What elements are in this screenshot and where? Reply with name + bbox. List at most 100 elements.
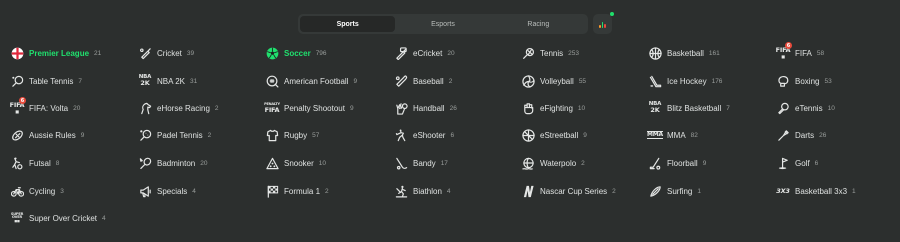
sport-item-badminton[interactable]: Badminton 20: [138, 156, 207, 170]
event-count: 4: [192, 187, 196, 195]
event-count: 8: [55, 159, 60, 167]
sport-item-padel-tennis[interactable]: Padel Tennis 2: [138, 128, 211, 142]
event-count: 796: [315, 49, 327, 57]
sport-item-tennis[interactable]: Tennis 253: [521, 46, 579, 60]
super-over-logo-icon: SUPER OVER ■■: [10, 211, 24, 223]
sport-item-estreetball[interactable]: eStreetball 9: [521, 128, 587, 142]
sport-item-volleyball[interactable]: Volleyball 55: [521, 74, 586, 88]
sport-label: Nascar Cup Series: [540, 186, 608, 196]
padel-racket-icon: [138, 128, 152, 142]
event-count: 55: [578, 77, 587, 85]
sport-label: Handball: [413, 103, 445, 113]
sport-item-aussie-rules[interactable]: Aussie Rules 9: [10, 128, 84, 142]
sport-label: Futsal: [29, 158, 51, 168]
bicycle-icon: [10, 184, 24, 198]
sport-item-mma[interactable]: MMA MMA 82: [647, 128, 698, 142]
sport-item-american-football[interactable]: American Football 9: [265, 74, 357, 88]
sport-item-cricket[interactable]: Cricket 39: [138, 46, 194, 60]
event-count: 6: [450, 131, 455, 139]
sport-item-super-over-cricket[interactable]: SUPER OVER ■■ Super Over Cricket 4: [10, 211, 106, 225]
cricket-bat-icon: [138, 46, 152, 60]
event-count: 9: [80, 131, 85, 139]
sport-item-table-tennis[interactable]: Table Tennis 7: [10, 74, 82, 88]
sport-label: Soccer: [284, 48, 311, 58]
basketball-icon: [648, 46, 662, 60]
sport-item-specials[interactable]: Specials 4: [138, 184, 196, 198]
sport-item-cycling[interactable]: Cycling 3: [10, 184, 64, 198]
event-count: 82: [690, 131, 698, 139]
aussie-rules-ball-icon: [10, 128, 24, 142]
sport-item-rugby[interactable]: Rugby 57: [265, 128, 319, 142]
sport-item-soccer[interactable]: Soccer 796: [265, 46, 327, 60]
event-count: 1: [697, 187, 701, 195]
nascar-logo-icon: [521, 184, 535, 198]
sport-item-darts[interactable]: Darts 26: [776, 128, 826, 142]
sport-item-basketball[interactable]: Basketball 161: [648, 46, 720, 60]
ecricket-icon: [394, 46, 408, 60]
sport-item-ecricket[interactable]: eCricket 20: [394, 46, 455, 60]
sport-label: Badminton: [157, 158, 196, 168]
floorball-stick-icon: [648, 156, 662, 170]
sport-item-baseball[interactable]: Baseball 2: [394, 74, 452, 88]
horse-icon: [138, 101, 152, 115]
event-count: 2: [214, 104, 219, 112]
sport-label: eHorse Racing: [157, 103, 210, 113]
event-count: 20: [200, 159, 208, 167]
dart-icon: [776, 128, 790, 142]
sport-item-ice-hockey[interactable]: Ice Hockey 176: [648, 74, 722, 88]
sport-item-golf[interactable]: Golf 6: [776, 156, 818, 170]
sport-item-surfing[interactable]: Surfing 1: [648, 184, 701, 198]
american-football-icon: [265, 74, 279, 88]
event-count: 4: [446, 187, 451, 195]
sport-item-basketball-3x3[interactable]: 3X3 Basketball 3x3 1: [776, 184, 856, 198]
mma-logo-icon: MMA: [647, 131, 663, 139]
sport-item-bandy[interactable]: Bandy 17: [394, 156, 448, 170]
sport-item-fifa[interactable]: FIFA ■ 6 FIFA 58: [776, 42, 825, 60]
event-count: 2: [325, 187, 329, 195]
event-count: 1: [852, 187, 856, 195]
sport-item-futsal[interactable]: Futsal 8: [10, 156, 59, 170]
sport-label: FIFA: [795, 48, 812, 58]
sport-item-formula1[interactable]: Formula 1 2: [265, 184, 329, 198]
sport-item-boxing[interactable]: Boxing 53: [776, 74, 832, 88]
event-count: 2: [207, 131, 212, 139]
sport-label: Biathlon: [413, 186, 442, 196]
sport-label: Aussie Rules: [29, 130, 76, 140]
sport-item-biathlon[interactable]: Biathlon 4: [394, 184, 451, 198]
sport-item-efighting[interactable]: eFighting 10: [521, 101, 585, 115]
checkered-flag-icon: [265, 184, 279, 198]
event-count: 2: [612, 187, 616, 195]
event-count: 10: [827, 104, 835, 112]
sport-item-waterpolo[interactable]: Waterpolo 2: [521, 156, 585, 170]
biathlon-skier-icon: [394, 184, 408, 198]
sport-item-etennis[interactable]: eTennis 10: [776, 101, 835, 115]
event-count: 6: [814, 159, 819, 167]
sport-item-premier-league[interactable]: Premier League 21: [10, 46, 101, 60]
sport-item-floorball[interactable]: Floorball 9: [648, 156, 706, 170]
sport-label: MMA: [667, 130, 686, 140]
notification-badge: 6: [785, 42, 792, 49]
sport-label: Penalty Shootout: [284, 103, 345, 113]
sport-item-ehorse-racing[interactable]: eHorse Racing 2: [138, 101, 219, 115]
sport-item-nascar[interactable]: Nascar Cup Series 2: [521, 184, 616, 198]
handball-icon: [394, 101, 408, 115]
sport-label: American Football: [284, 76, 349, 86]
sport-item-nba2k[interactable]: NBA 2K NBA 2K 31: [138, 74, 197, 88]
sport-item-blitz-basketball[interactable]: NBA 2K Blitz Basketball 7: [648, 101, 730, 115]
sport-label: Formula 1: [284, 186, 321, 196]
event-count: 253: [568, 49, 579, 57]
sport-label: Golf: [795, 158, 810, 168]
sport-label: Cycling: [29, 186, 56, 196]
sport-label: Floorball: [667, 158, 698, 168]
sport-item-snooker[interactable]: Snooker 10: [265, 156, 326, 170]
sport-label: FIFA: Volta: [29, 103, 69, 113]
sport-item-fifa-volta[interactable]: FIFA ■ 6 FIFA: Volta 20: [10, 97, 80, 115]
england-flag-icon: [10, 46, 24, 60]
sport-label: Snooker: [284, 158, 314, 168]
sport-item-handball[interactable]: Handball 26: [394, 101, 457, 115]
sport-item-eshooter[interactable]: eShooter 6: [394, 128, 454, 142]
sport-item-penalty-shootout[interactable]: PENALTY FIFA Penalty Shootout 9: [264, 101, 353, 115]
event-count: 58: [816, 49, 825, 57]
futsal-icon: [10, 156, 24, 170]
notification-badge: 6: [19, 97, 26, 104]
